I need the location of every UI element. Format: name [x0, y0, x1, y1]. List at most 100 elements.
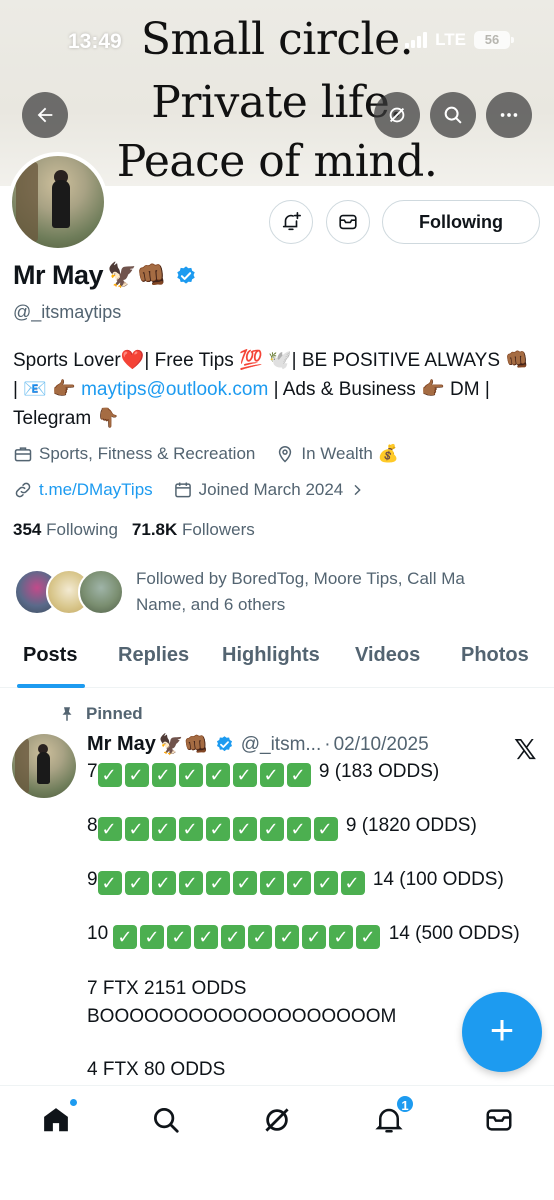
following-count-link[interactable]: 354 Following: [13, 520, 118, 540]
category-text: Sports, Fitness & Recreation: [39, 444, 256, 463]
check-mark-emoji: ✓: [259, 817, 284, 841]
follow-counts: 354 Following 71.8K Followers: [13, 520, 255, 540]
check-mark-emoji: ✓: [259, 871, 284, 895]
check-mark-emoji: ✓: [178, 871, 203, 895]
bell-plus-icon: [282, 212, 301, 231]
check-mark-emoji: ✓: [140, 925, 165, 949]
post-line-7: 4 FTX 80 ODDS: [87, 1059, 226, 1080]
check-mark-emoji: ✓: [286, 871, 311, 895]
home-unread-dot: [69, 1098, 78, 1107]
profile-avatar[interactable]: [8, 152, 108, 252]
post-line-2-prefix: 8: [87, 815, 98, 836]
profile-tabs: Posts Replies Highlights Videos Photos: [0, 636, 554, 688]
check-emojis: ✓ ✓ ✓ ✓ ✓ ✓ ✓ ✓ ✓: [97, 815, 341, 841]
verified-badge-icon[interactable]: [175, 265, 197, 287]
notifications-badge: 1: [395, 1094, 415, 1114]
tab-replies[interactable]: Replies: [118, 644, 189, 667]
followers-count-link[interactable]: 71.8K Followers: [132, 520, 255, 540]
check-mark-emoji: ✓: [286, 763, 311, 787]
signal-icon: [405, 32, 428, 48]
status-time: 13:49: [68, 30, 122, 53]
battery-level: 56: [474, 31, 510, 49]
following-count: 354: [13, 520, 42, 539]
battery-icon: 56: [474, 31, 514, 49]
following-count-label: Following: [46, 520, 118, 539]
message-button[interactable]: [326, 200, 370, 244]
check-mark-emoji: ✓: [205, 817, 230, 841]
back-button[interactable]: [22, 92, 68, 138]
nav-messages[interactable]: [481, 1102, 517, 1138]
post-date: 02/10/2025: [333, 733, 429, 755]
plus-icon: +: [489, 1006, 515, 1053]
grok-button[interactable]: [374, 92, 420, 138]
post-author-emojis: 🦅👊🏾: [158, 734, 209, 756]
name-emojis: 🦅👊🏾: [107, 262, 167, 289]
tab-posts[interactable]: Posts: [23, 644, 77, 667]
tab-videos[interactable]: Videos: [355, 644, 420, 667]
envelope-icon: [339, 214, 357, 230]
check-mark-emoji: ✓: [340, 871, 365, 895]
nav-search[interactable]: [148, 1102, 184, 1138]
check-mark-emoji: ✓: [275, 925, 300, 949]
location-text: In Wealth 💰: [301, 444, 399, 463]
post-line-4-prefix: 10: [87, 923, 114, 944]
compose-post-button[interactable]: +: [462, 992, 542, 1072]
grok-icon: [389, 107, 405, 123]
post-line-3-suffix: 14 (100 ODDS): [367, 869, 504, 890]
tab-highlights[interactable]: Highlights: [222, 644, 320, 667]
website-link[interactable]: t.me/DMayTips: [39, 480, 153, 500]
check-mark-emoji: ✓: [151, 871, 176, 895]
check-mark-emoji: ✓: [313, 817, 338, 841]
post-line-4: 10 ✓ ✓ ✓ ✓ ✓ ✓ ✓ ✓ ✓ ✓ 14 (500 ODDS): [87, 923, 520, 949]
post-line-3-prefix: 9: [87, 869, 98, 890]
post-line-3: 9 ✓ ✓ ✓ ✓ ✓ ✓ ✓ ✓ ✓ ✓ 14 (100 ODDS): [87, 869, 504, 895]
check-mark-emoji: ✓: [248, 925, 273, 949]
website-item[interactable]: t.me/DMayTips: [13, 480, 153, 500]
followed-by-row[interactable]: Followed by BoredTog, Moore Tips, Call M…: [14, 566, 516, 618]
tab-photos[interactable]: Photos: [461, 644, 529, 667]
nav-home[interactable]: [38, 1098, 78, 1138]
post-line-1: 7 ✓ ✓ ✓ ✓ ✓ ✓ ✓ ✓ 9 (183 ODDS): [87, 761, 439, 787]
following-button[interactable]: Following: [382, 200, 540, 244]
search-button[interactable]: [430, 92, 476, 138]
profile-bio: Sports Lover❤️| Free Tips 💯 🕊️| BE POSIT…: [13, 346, 533, 433]
check-mark-emoji: ✓: [167, 925, 192, 949]
chevron-right-icon: [354, 484, 361, 496]
post-author-handle: @_itsm...: [240, 733, 322, 755]
followers-count: 71.8K: [131, 520, 178, 539]
check-mark-emoji: ✓: [97, 763, 122, 787]
nav-notifications[interactable]: 1: [371, 1094, 415, 1138]
arrow-left-icon: [37, 107, 53, 123]
joined-item[interactable]: Joined March 2024: [173, 480, 366, 500]
check-mark-emoji: ✓: [356, 925, 381, 949]
check-mark-emoji: ✓: [221, 925, 246, 949]
post-author-avatar[interactable]: [12, 734, 76, 798]
home-icon: [44, 1108, 68, 1132]
post-line-4-suffix: 14 (500 ODDS): [383, 923, 520, 944]
check-mark-emoji: ✓: [313, 871, 338, 895]
search-icon: [154, 1108, 179, 1133]
link-icon: [15, 482, 31, 498]
more-icon: [500, 113, 518, 117]
network-label: LTE: [435, 30, 466, 49]
joined-text: Joined March 2024: [198, 480, 344, 499]
verified-badge-icon: [216, 736, 232, 752]
envelope-icon: [486, 1109, 512, 1131]
post-separator: ·: [324, 733, 331, 755]
nav-grok[interactable]: [259, 1102, 295, 1138]
followed-by-text: Followed by BoredTog, Moore Tips, Call M…: [136, 569, 465, 614]
check-emojis: ✓ ✓ ✓ ✓ ✓ ✓ ✓ ✓ ✓ ✓: [97, 869, 368, 895]
post-line-2: 8 ✓ ✓ ✓ ✓ ✓ ✓ ✓ ✓ ✓ 9 (1820 ODDS): [87, 815, 477, 841]
post-header: Mr May 🦅👊🏾 @_itsm... · 02/10/2025: [87, 732, 429, 757]
check-mark-emoji: ✓: [194, 925, 219, 949]
check-mark-emoji: ✓: [124, 871, 149, 895]
post-line-6: BOOOOOOOOOOOOOOOOOOOM: [87, 1006, 397, 1027]
profile-meta-row-2: t.me/DMayTips Joined March 2024: [13, 480, 385, 500]
display-name: Mr May: [13, 260, 104, 290]
more-button[interactable]: [486, 92, 532, 138]
calendar-icon: [174, 482, 191, 498]
post-line-1-suffix: 9 (183 ODDS): [313, 761, 440, 782]
notify-button[interactable]: [269, 200, 313, 244]
post-author-name[interactable]: Mr May: [87, 733, 156, 756]
bio-email-link[interactable]: maytips@outlook.com: [81, 379, 268, 400]
